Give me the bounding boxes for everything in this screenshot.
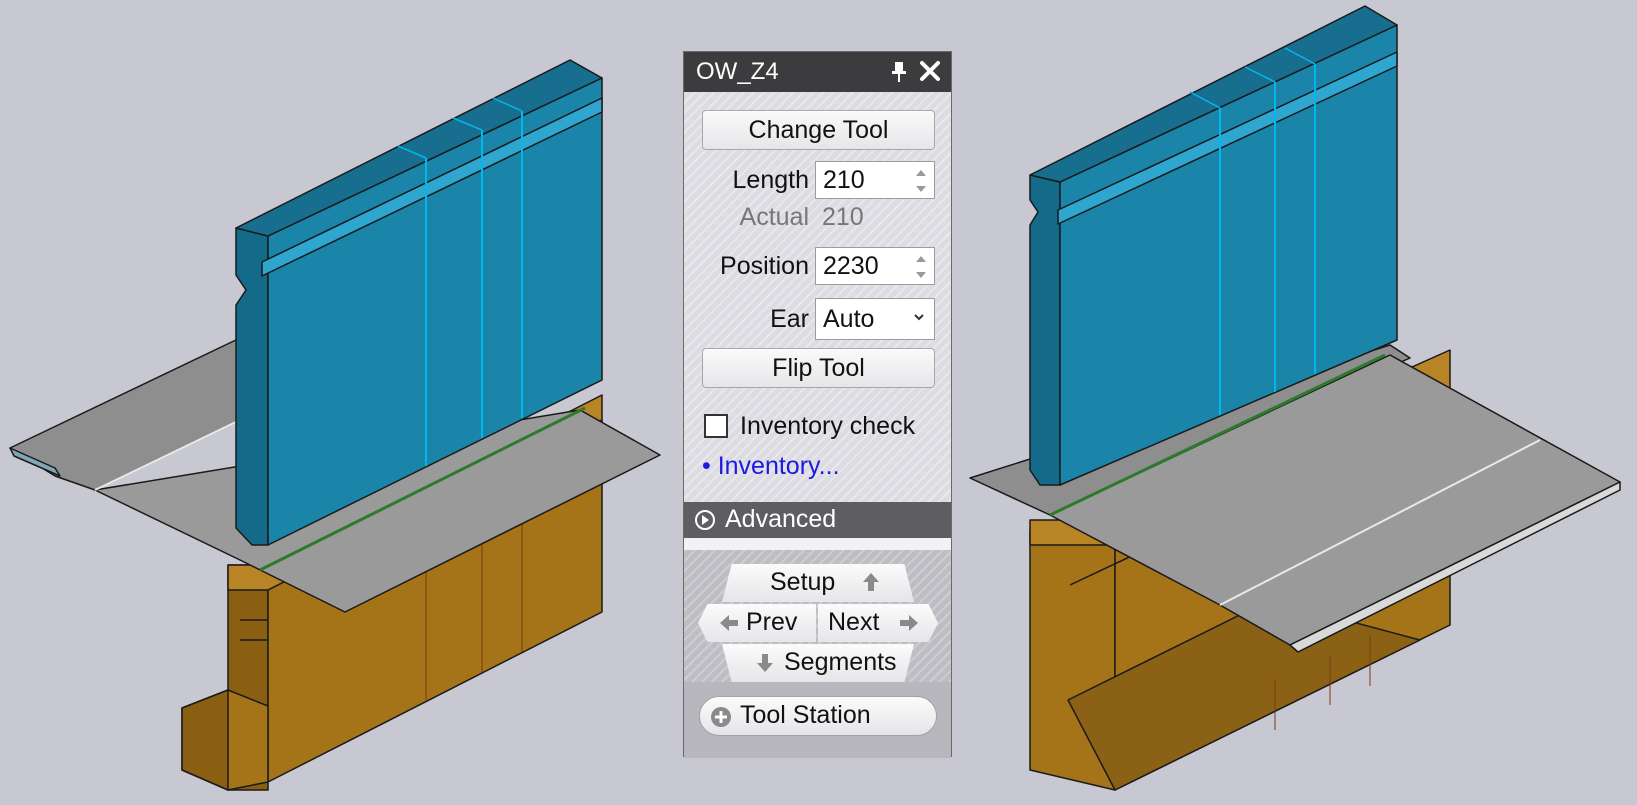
spin-down-icon[interactable] [914, 184, 928, 194]
arrow-up-icon [863, 573, 879, 591]
prev-button[interactable]: Prev [698, 604, 816, 642]
segments-button[interactable]: Segments [722, 644, 914, 682]
setup-label: Setup [770, 568, 836, 596]
pin-icon[interactable] [889, 60, 909, 84]
flip-tool-button[interactable]: Flip Tool [702, 348, 935, 388]
position-label: Position [720, 252, 809, 280]
position-input[interactable] [823, 248, 903, 284]
setup-button[interactable]: Setup [722, 564, 914, 602]
inventory-link[interactable]: • Inventory... [702, 452, 840, 481]
advanced-divider [684, 538, 951, 550]
tool-panel: OW_Z4 Change Tool Length Actual 210 Posi… [683, 51, 952, 758]
close-icon[interactable] [919, 60, 941, 82]
right-tool-assembly [969, 5, 1621, 791]
length-label: Length [732, 166, 809, 194]
tool-station-button[interactable]: Tool Station [699, 696, 937, 736]
left-die-step-side [181, 689, 229, 791]
spin-up-icon[interactable] [914, 254, 928, 264]
arrow-left-icon [720, 615, 738, 631]
actual-value: 210 [822, 203, 864, 231]
actual-label: Actual [739, 203, 809, 231]
next-label: Next [828, 608, 880, 636]
next-button[interactable]: Next [818, 604, 938, 642]
inventory-check-label[interactable]: Inventory check [740, 412, 915, 441]
arrow-right-icon [900, 615, 918, 631]
inventory-check-checkbox[interactable] [704, 414, 728, 438]
ear-select-value: Auto [823, 305, 875, 333]
ear-label: Ear [770, 305, 809, 333]
tool-station-area: Tool Station [684, 682, 951, 758]
advanced-section-header[interactable]: Advanced [684, 502, 951, 538]
plus-circle-icon [711, 707, 731, 727]
spin-up-icon[interactable] [914, 168, 928, 178]
right-punch-side [1029, 174, 1061, 486]
spin-down-icon[interactable] [914, 270, 928, 280]
length-spinner[interactable] [815, 161, 935, 199]
chevron-down-icon [914, 314, 924, 321]
length-input[interactable] [823, 162, 903, 198]
change-tool-button[interactable]: Change Tool [702, 110, 935, 150]
panel-title: OW_Z4 [696, 58, 779, 85]
panel-titlebar: OW_Z4 [684, 52, 951, 92]
left-tool-assembly [9, 59, 661, 791]
advanced-label: Advanced [725, 505, 837, 533]
prev-label: Prev [746, 608, 798, 636]
ear-select[interactable]: Auto [815, 298, 935, 340]
navigation-pad: Setup Prev Next Segments [684, 550, 951, 682]
tool-station-label: Tool Station [740, 701, 871, 729]
arrow-down-icon [757, 654, 773, 672]
position-spinner[interactable] [815, 247, 935, 285]
expand-circle-icon [695, 510, 715, 530]
segments-label: Segments [784, 648, 897, 676]
